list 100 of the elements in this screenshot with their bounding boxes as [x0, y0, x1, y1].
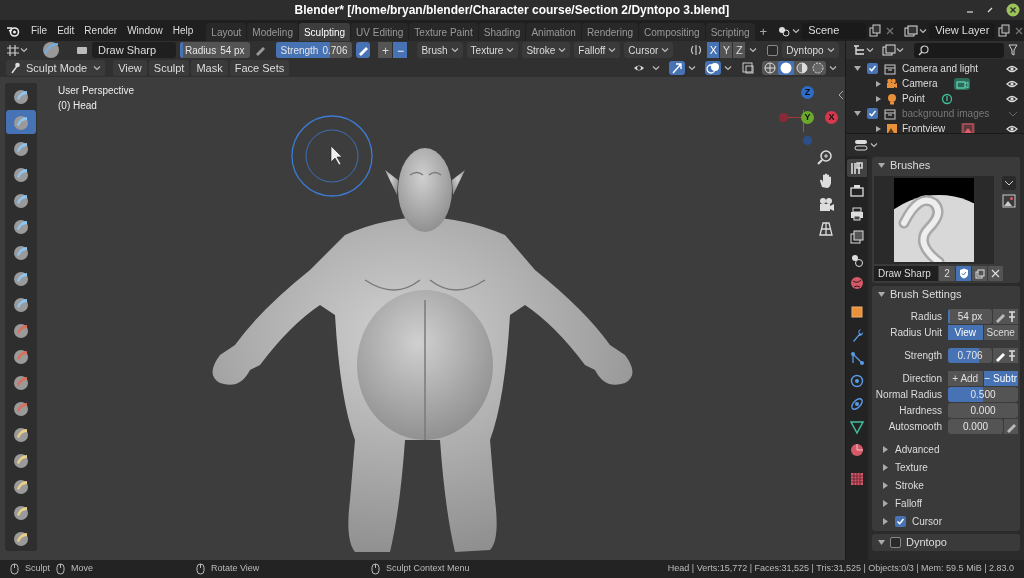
printer-icon — [849, 206, 865, 222]
3d-viewport[interactable]: User Perspective (0) Head Z Y X — [0, 77, 845, 560]
toggle-option[interactable]: View — [948, 325, 983, 340]
workspace-tab[interactable]: Rendering — [581, 23, 639, 41]
user-count: 2 — [939, 266, 955, 281]
collapsed-triangle-icon — [882, 446, 889, 453]
menu-item[interactable]: Face Sets — [229, 60, 290, 76]
menu-item[interactable]: Help — [167, 23, 199, 38]
workspace-tab[interactable]: UV Editing — [351, 23, 409, 41]
dropdown-menu[interactable]: Texture — [466, 42, 519, 58]
direction-toggle[interactable]: − — [393, 42, 408, 58]
menu-item[interactable]: Sculpt — [148, 60, 190, 76]
workspace-tab[interactable]: Sculpting — [298, 23, 351, 41]
collapsed-triangle-icon — [882, 518, 889, 525]
brush-name-field[interactable]: Draw Sharp — [874, 266, 938, 281]
subpanel-header[interactable]: Cursor — [882, 514, 1020, 529]
workspace-tab[interactable]: Compositing — [639, 23, 705, 41]
axis-handle[interactable]: Z — [801, 86, 814, 99]
expanded-triangle-icon — [878, 162, 885, 169]
checkbox[interactable] — [867, 63, 878, 74]
expanded-triangle-icon — [878, 539, 885, 546]
subpanel-header[interactable]: Stroke — [882, 478, 1020, 493]
material-shading-icon — [794, 61, 810, 75]
menu-item[interactable]: Window — [122, 23, 168, 38]
checkbox[interactable] — [895, 516, 906, 527]
axis-negative-handle[interactable] — [803, 136, 812, 145]
slider[interactable]: 0.000 — [948, 403, 1018, 418]
workspace-tab[interactable]: Layout — [206, 23, 247, 41]
subpanel-header[interactable]: Texture — [882, 460, 1020, 475]
menu-item[interactable]: Mask — [191, 60, 228, 76]
search-icon — [918, 44, 929, 56]
axis-handle[interactable]: Y — [801, 111, 814, 124]
checkbox[interactable] — [890, 537, 901, 548]
properties-tab[interactable] — [847, 182, 867, 200]
dropdown-menu[interactable]: Dyntopo — [782, 42, 839, 58]
dropdown-menu[interactable]: Falloff — [574, 42, 621, 58]
slider[interactable]: 0.000 — [948, 419, 1003, 434]
collection-icon — [884, 62, 896, 75]
view-layer-field[interactable]: View Layer — [929, 22, 996, 39]
axis-negative-handle[interactable] — [779, 113, 788, 122]
slider[interactable]: Radius 54 px — [180, 42, 250, 58]
menu-item[interactable]: Edit — [52, 23, 80, 38]
scene-statistics: Head | Verts:15,772 | Faces:31,525 | Tris:31,525 | Objects:0/3 | Mem: 59.5 MiB | 2.83.0 — [667, 562, 1014, 576]
subpanel-header[interactable]: Advanced — [882, 442, 1020, 457]
image-icon — [1002, 194, 1016, 208]
maximize-icon — [986, 6, 994, 14]
dropdown-menu[interactable]: Brush — [417, 42, 463, 58]
object-label[interactable]: Camera — [902, 76, 938, 91]
caret-icon — [829, 64, 837, 72]
checkbox[interactable] — [767, 44, 779, 56]
properties-tab[interactable] — [847, 228, 867, 246]
symmetry-toggle[interactable]: Y — [720, 42, 733, 58]
caret-icon — [450, 46, 459, 54]
symmetry-toggle[interactable]: X — [707, 42, 720, 58]
axis-handle[interactable]: X — [825, 111, 838, 124]
menu-item[interactable]: File — [26, 23, 53, 38]
eye-icon — [1006, 79, 1018, 88]
status-hint: Sculpt Context Menu — [386, 562, 470, 576]
checker-icon — [849, 471, 865, 487]
direction-toggle[interactable]: + — [378, 42, 393, 58]
dropdown-menu[interactable]: Stroke — [522, 42, 571, 58]
menu-item[interactable]: View — [113, 60, 147, 76]
workspace-tab[interactable]: Shading — [478, 23, 526, 41]
duplicate-button[interactable] — [972, 266, 987, 281]
menu-item[interactable]: Render — [79, 23, 123, 38]
search-field[interactable] — [914, 42, 1004, 58]
pressure-pen-icon — [357, 44, 370, 56]
properties-tab[interactable] — [847, 159, 867, 177]
slider[interactable]: 54 px — [948, 309, 992, 324]
add-workspace-button[interactable]: + — [755, 22, 772, 42]
symmetry-toggle[interactable]: Z — [733, 42, 746, 58]
properties-tab[interactable] — [847, 418, 867, 436]
toggle-option[interactable]: + Add — [948, 371, 983, 386]
brush-name-field[interactable]: Draw Sharp — [92, 42, 176, 58]
workspace-tab[interactable]: Animation — [526, 23, 581, 41]
wireframe-shading-icon — [762, 61, 778, 75]
light-bulb-icon — [886, 92, 898, 105]
fake-user-toggle[interactable] — [956, 266, 971, 281]
filter-icon — [1008, 44, 1018, 56]
panel-header[interactable]: Dyntopo — [872, 534, 1020, 551]
dropdown-menu[interactable]: Cursor — [624, 42, 674, 58]
status-hint: Rotate View — [211, 562, 260, 576]
window-title: Blender* [/home/bryan/blender/Character course/Section 2/Dyntopo 3.blend] — [293, 2, 731, 19]
property-label: Direction — [901, 372, 942, 386]
toggle-option[interactable]: Scene — [983, 325, 1018, 340]
scene-field[interactable]: Scene — [802, 22, 867, 39]
workspace-tab[interactable]: Modeling — [247, 23, 298, 41]
object-label[interactable]: Point — [902, 91, 925, 106]
subpanel-header[interactable]: Falloff — [882, 496, 1020, 511]
slider[interactable]: 0.500 — [948, 387, 1018, 402]
mode-dropdown[interactable]: Sculpt Mode — [6, 60, 106, 76]
workspace-tab[interactable]: Scripting — [705, 23, 755, 41]
workspace-tab[interactable]: Texture Paint — [409, 23, 478, 41]
panel-header[interactable]: Brush Settings — [872, 286, 1020, 303]
panel-header[interactable]: Brushes — [872, 157, 1020, 174]
toggle-option[interactable]: − Subtr — [983, 371, 1018, 386]
collection-label[interactable]: Camera and light — [902, 61, 979, 76]
unlink-button[interactable] — [988, 266, 1003, 281]
collection-icon — [884, 107, 896, 120]
xray-icon — [741, 61, 755, 75]
